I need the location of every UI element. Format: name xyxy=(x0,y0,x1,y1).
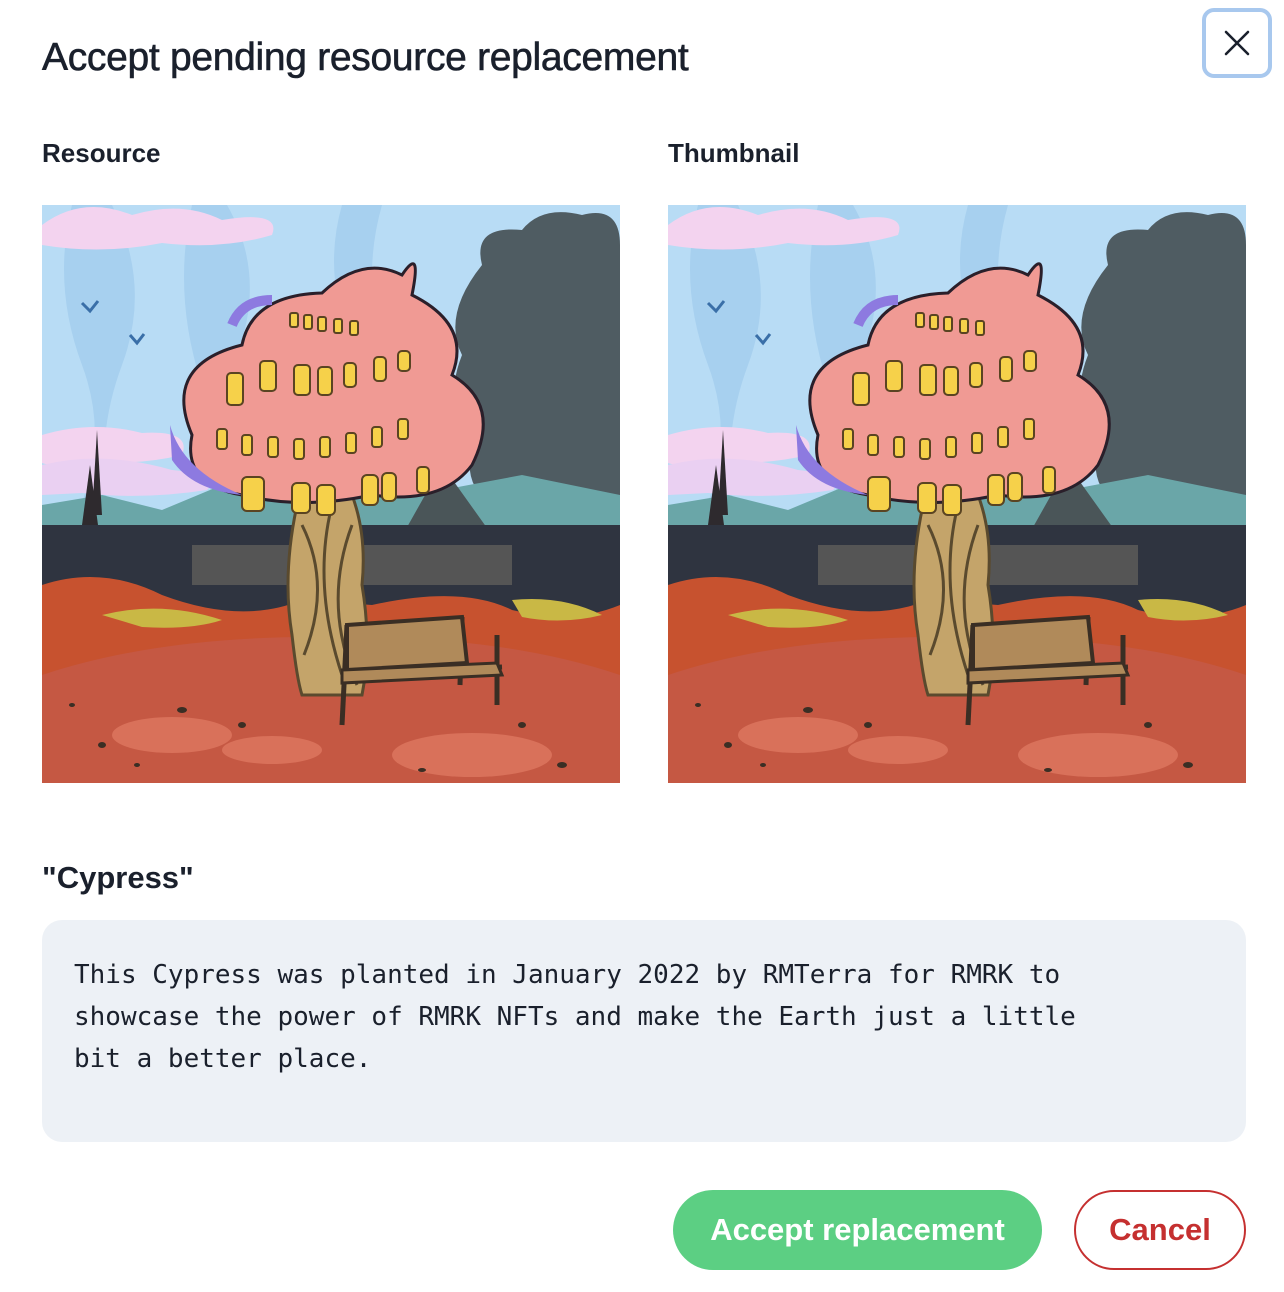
close-button[interactable] xyxy=(1202,8,1272,78)
description-text: This Cypress was planted in January 2022… xyxy=(74,960,1076,1074)
thumbnail-label: Thumbnail xyxy=(668,138,800,168)
accept-replacement-modal: Accept pending resource replacement Reso… xyxy=(0,0,1284,1292)
cancel-button[interactable]: Cancel xyxy=(1074,1190,1246,1270)
close-icon xyxy=(1224,30,1250,56)
thumbnail-image xyxy=(668,205,1246,783)
accept-replacement-button[interactable]: Accept replacement xyxy=(673,1190,1042,1270)
resource-label: Resource xyxy=(42,138,161,168)
description-box: This Cypress was planted in January 2022… xyxy=(42,920,1246,1142)
nft-name: "Cypress" xyxy=(42,860,194,895)
modal-title: Accept pending resource replacement xyxy=(42,36,689,80)
resource-image xyxy=(42,205,620,783)
